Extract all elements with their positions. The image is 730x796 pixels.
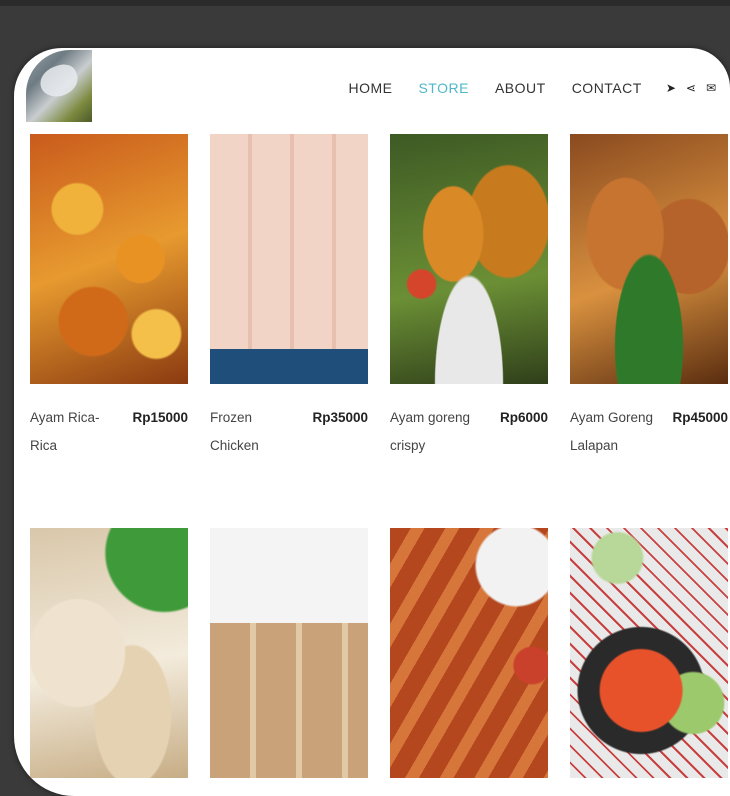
product-card[interactable]: Ayam goreng crispy Rp6000	[390, 134, 548, 460]
product-image-ayam-goreng-lalapan[interactable]	[570, 134, 728, 384]
envelope-icon[interactable]: ✉	[706, 81, 716, 95]
product-price: Rp15000	[132, 410, 188, 425]
product-image-frozen-chicken[interactable]	[210, 134, 368, 384]
store-page: HOME STORE ABOUT CONTACT ➤ ⋖ ✉ Ayam Rica…	[14, 48, 730, 796]
product-image[interactable]	[210, 528, 368, 778]
product-card[interactable]: Ayam Goreng Lalapan Rp45000	[570, 134, 728, 460]
nav-about[interactable]: ABOUT	[495, 80, 546, 96]
product-card[interactable]	[210, 528, 368, 778]
product-name: Ayam Rica-Rica	[30, 410, 100, 453]
product-name: Ayam Goreng Lalapan	[570, 410, 654, 453]
store-logo[interactable]	[26, 50, 92, 122]
product-image[interactable]	[30, 528, 188, 778]
nav-home[interactable]: HOME	[348, 80, 392, 96]
product-card[interactable]: Frozen Chicken Rp35000	[210, 134, 368, 460]
product-image-ayam-goreng-crispy[interactable]	[390, 134, 548, 384]
product-name: Ayam goreng crispy	[390, 410, 471, 453]
product-price: Rp45000	[672, 410, 728, 425]
product-name: Frozen Chicken	[210, 410, 259, 453]
product-image[interactable]	[570, 528, 728, 778]
nav-contact[interactable]: CONTACT	[572, 80, 642, 96]
product-price: Rp35000	[312, 410, 368, 425]
nav-store[interactable]: STORE	[418, 80, 468, 96]
product-image-ayam-rica-rica[interactable]	[30, 134, 188, 384]
share-icon[interactable]: ⋖	[686, 81, 696, 95]
window-top-band	[0, 0, 730, 6]
logo-bird-image	[36, 60, 82, 102]
product-image[interactable]	[390, 528, 548, 778]
product-card[interactable]	[30, 528, 188, 778]
main-nav: HOME STORE ABOUT CONTACT ➤ ⋖ ✉	[348, 80, 716, 96]
social-icons: ➤ ⋖ ✉	[666, 81, 716, 95]
product-card[interactable]: Ayam Rica-Rica Rp15000	[30, 134, 188, 460]
product-price: Rp6000	[499, 410, 548, 425]
product-card[interactable]	[390, 528, 548, 778]
location-arrow-icon[interactable]: ➤	[666, 81, 676, 95]
product-card[interactable]	[570, 528, 728, 778]
